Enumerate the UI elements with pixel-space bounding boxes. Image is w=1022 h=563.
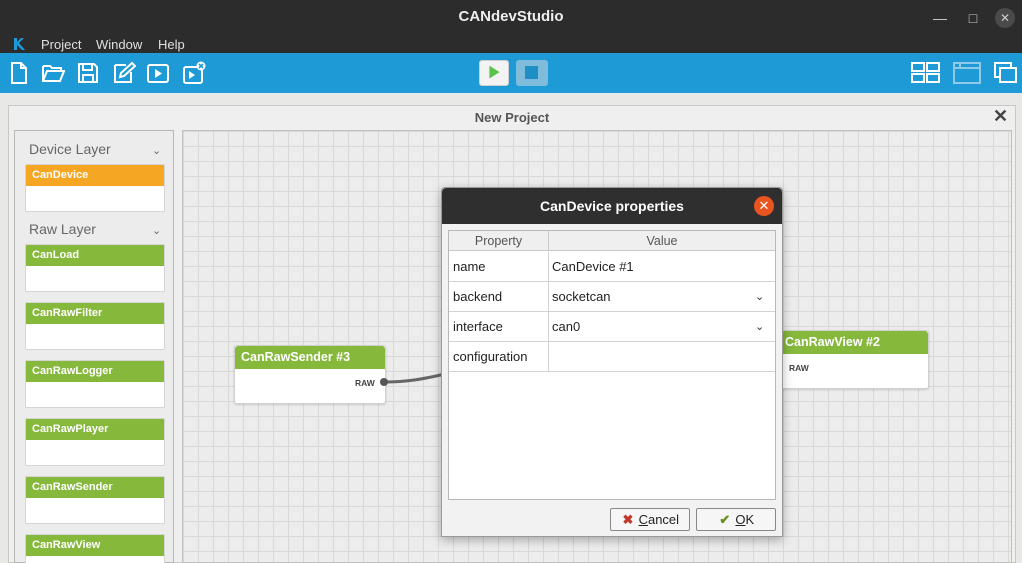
close-project-icon[interactable]: ✕ (993, 106, 1008, 127)
chevron-down-icon[interactable]: ⌄ (755, 320, 764, 333)
cancel-button[interactable]: ✖ Cancel (610, 508, 690, 531)
palette-node-canload[interactable]: CanLoad (25, 244, 165, 292)
output-port[interactable] (380, 378, 388, 386)
column-header-property: Property (449, 231, 549, 251)
close-window-icon[interactable]: ✕ (995, 8, 1015, 28)
category-label: Device Layer (29, 141, 111, 157)
palette-node-canrawlogger[interactable]: CanRawLogger (25, 360, 165, 408)
stop-icon (525, 66, 538, 79)
table-row: backend socketcan ⌄ (449, 282, 775, 312)
edit-icon[interactable] (112, 61, 137, 85)
start-simulation-button[interactable] (479, 60, 509, 86)
property-name: configuration (449, 342, 549, 371)
interface-dropdown[interactable]: can0 (549, 312, 775, 341)
palette-node-label: CanRawView (26, 535, 164, 556)
dialog-title: CanDevice properties (442, 188, 782, 224)
palette-node-label: CanDevice (26, 165, 164, 186)
play-icon (489, 65, 500, 79)
ok-button[interactable]: ✔ OK (696, 508, 776, 531)
property-name: interface (449, 312, 549, 341)
menu-window[interactable]: Window (96, 37, 142, 52)
cancel-label: ancel (647, 512, 680, 527)
flow-node-title: CanRawSender #3 (235, 346, 385, 369)
grid-layout-icon[interactable] (911, 61, 941, 85)
project-title: New Project (474, 110, 550, 125)
title-bar: CANdevStudio — □ ✕ (0, 0, 1022, 35)
table-row: name CanDevice #1 (449, 252, 775, 282)
maximize-icon[interactable]: □ (963, 8, 983, 28)
palette-node-label: CanLoad (26, 245, 164, 266)
category-label: Raw Layer (29, 221, 96, 237)
palette-node-candevice[interactable]: CanDevice (25, 164, 165, 212)
minimize-icon[interactable]: — (930, 8, 950, 28)
save-icon[interactable] (76, 61, 100, 85)
palette-node-canrawsender[interactable]: CanRawSender (25, 476, 165, 524)
palette-node-label: CanRawPlayer (26, 419, 164, 440)
close-dialog-icon[interactable]: ✕ (754, 196, 774, 216)
flow-node-title: CanRawView #2 (779, 331, 928, 354)
cancel-icon: ✖ (622, 512, 634, 527)
toolbar (0, 53, 1022, 93)
menu-bar: Project Window Help (0, 35, 1022, 53)
app-logo-icon (14, 38, 25, 50)
palette-node-canrawfilter[interactable]: CanRawFilter (25, 302, 165, 350)
open-folder-icon[interactable] (41, 61, 66, 85)
chevron-down-icon[interactable]: ⌄ (152, 224, 162, 237)
new-file-icon[interactable] (7, 61, 31, 85)
column-header-value: Value (549, 231, 775, 251)
table-row: interface can0 ⌄ (449, 312, 775, 342)
flow-node-canrawview[interactable]: CanRawView #2 RAW (778, 330, 929, 389)
port-label: RAW (355, 378, 375, 388)
properties-dialog: CanDevice properties ✕ Property Value na… (441, 187, 783, 537)
port-label: RAW (789, 363, 809, 373)
palette-node-canrawview[interactable]: CanRawView (25, 534, 165, 563)
node-palette: Device Layer ⌄ CanDevice Raw Layer ⌄ Can… (14, 130, 174, 563)
palette-node-label: CanRawLogger (26, 361, 164, 382)
window-title: CANdevStudio (458, 8, 564, 25)
table-row: configuration (449, 342, 775, 372)
stop-simulation-button[interactable] (516, 60, 548, 86)
run-icon[interactable] (146, 61, 170, 85)
category-device-layer[interactable]: Device Layer (29, 141, 111, 161)
cascade-windows-icon[interactable] (993, 61, 1019, 85)
ok-icon: ✔ (719, 512, 731, 527)
property-name: backend (449, 282, 549, 311)
palette-node-label: CanRawSender (26, 477, 164, 498)
flow-node-canrawsender[interactable]: CanRawSender #3 RAW (234, 345, 386, 404)
backend-dropdown[interactable]: socketcan (549, 282, 775, 311)
ok-accel: O (735, 512, 746, 527)
palette-node-label: CanRawFilter (26, 303, 164, 324)
window-icon[interactable] (952, 61, 982, 85)
cancel-accel: C (638, 512, 648, 527)
properties-table: Property Value name CanDevice #1 backend… (448, 230, 776, 500)
palette-node-canrawplayer[interactable]: CanRawPlayer (25, 418, 165, 466)
chevron-down-icon[interactable]: ⌄ (152, 144, 162, 157)
stop-run-icon[interactable] (182, 61, 206, 85)
menu-project[interactable]: Project (41, 37, 81, 52)
property-name: name (449, 252, 549, 281)
value-field[interactable] (549, 342, 775, 371)
chevron-down-icon[interactable]: ⌄ (755, 290, 764, 303)
menu-help[interactable]: Help (158, 37, 185, 52)
value-field[interactable]: CanDevice #1 (549, 252, 775, 281)
ok-label: K (745, 512, 755, 527)
category-raw-layer[interactable]: Raw Layer (29, 221, 96, 241)
